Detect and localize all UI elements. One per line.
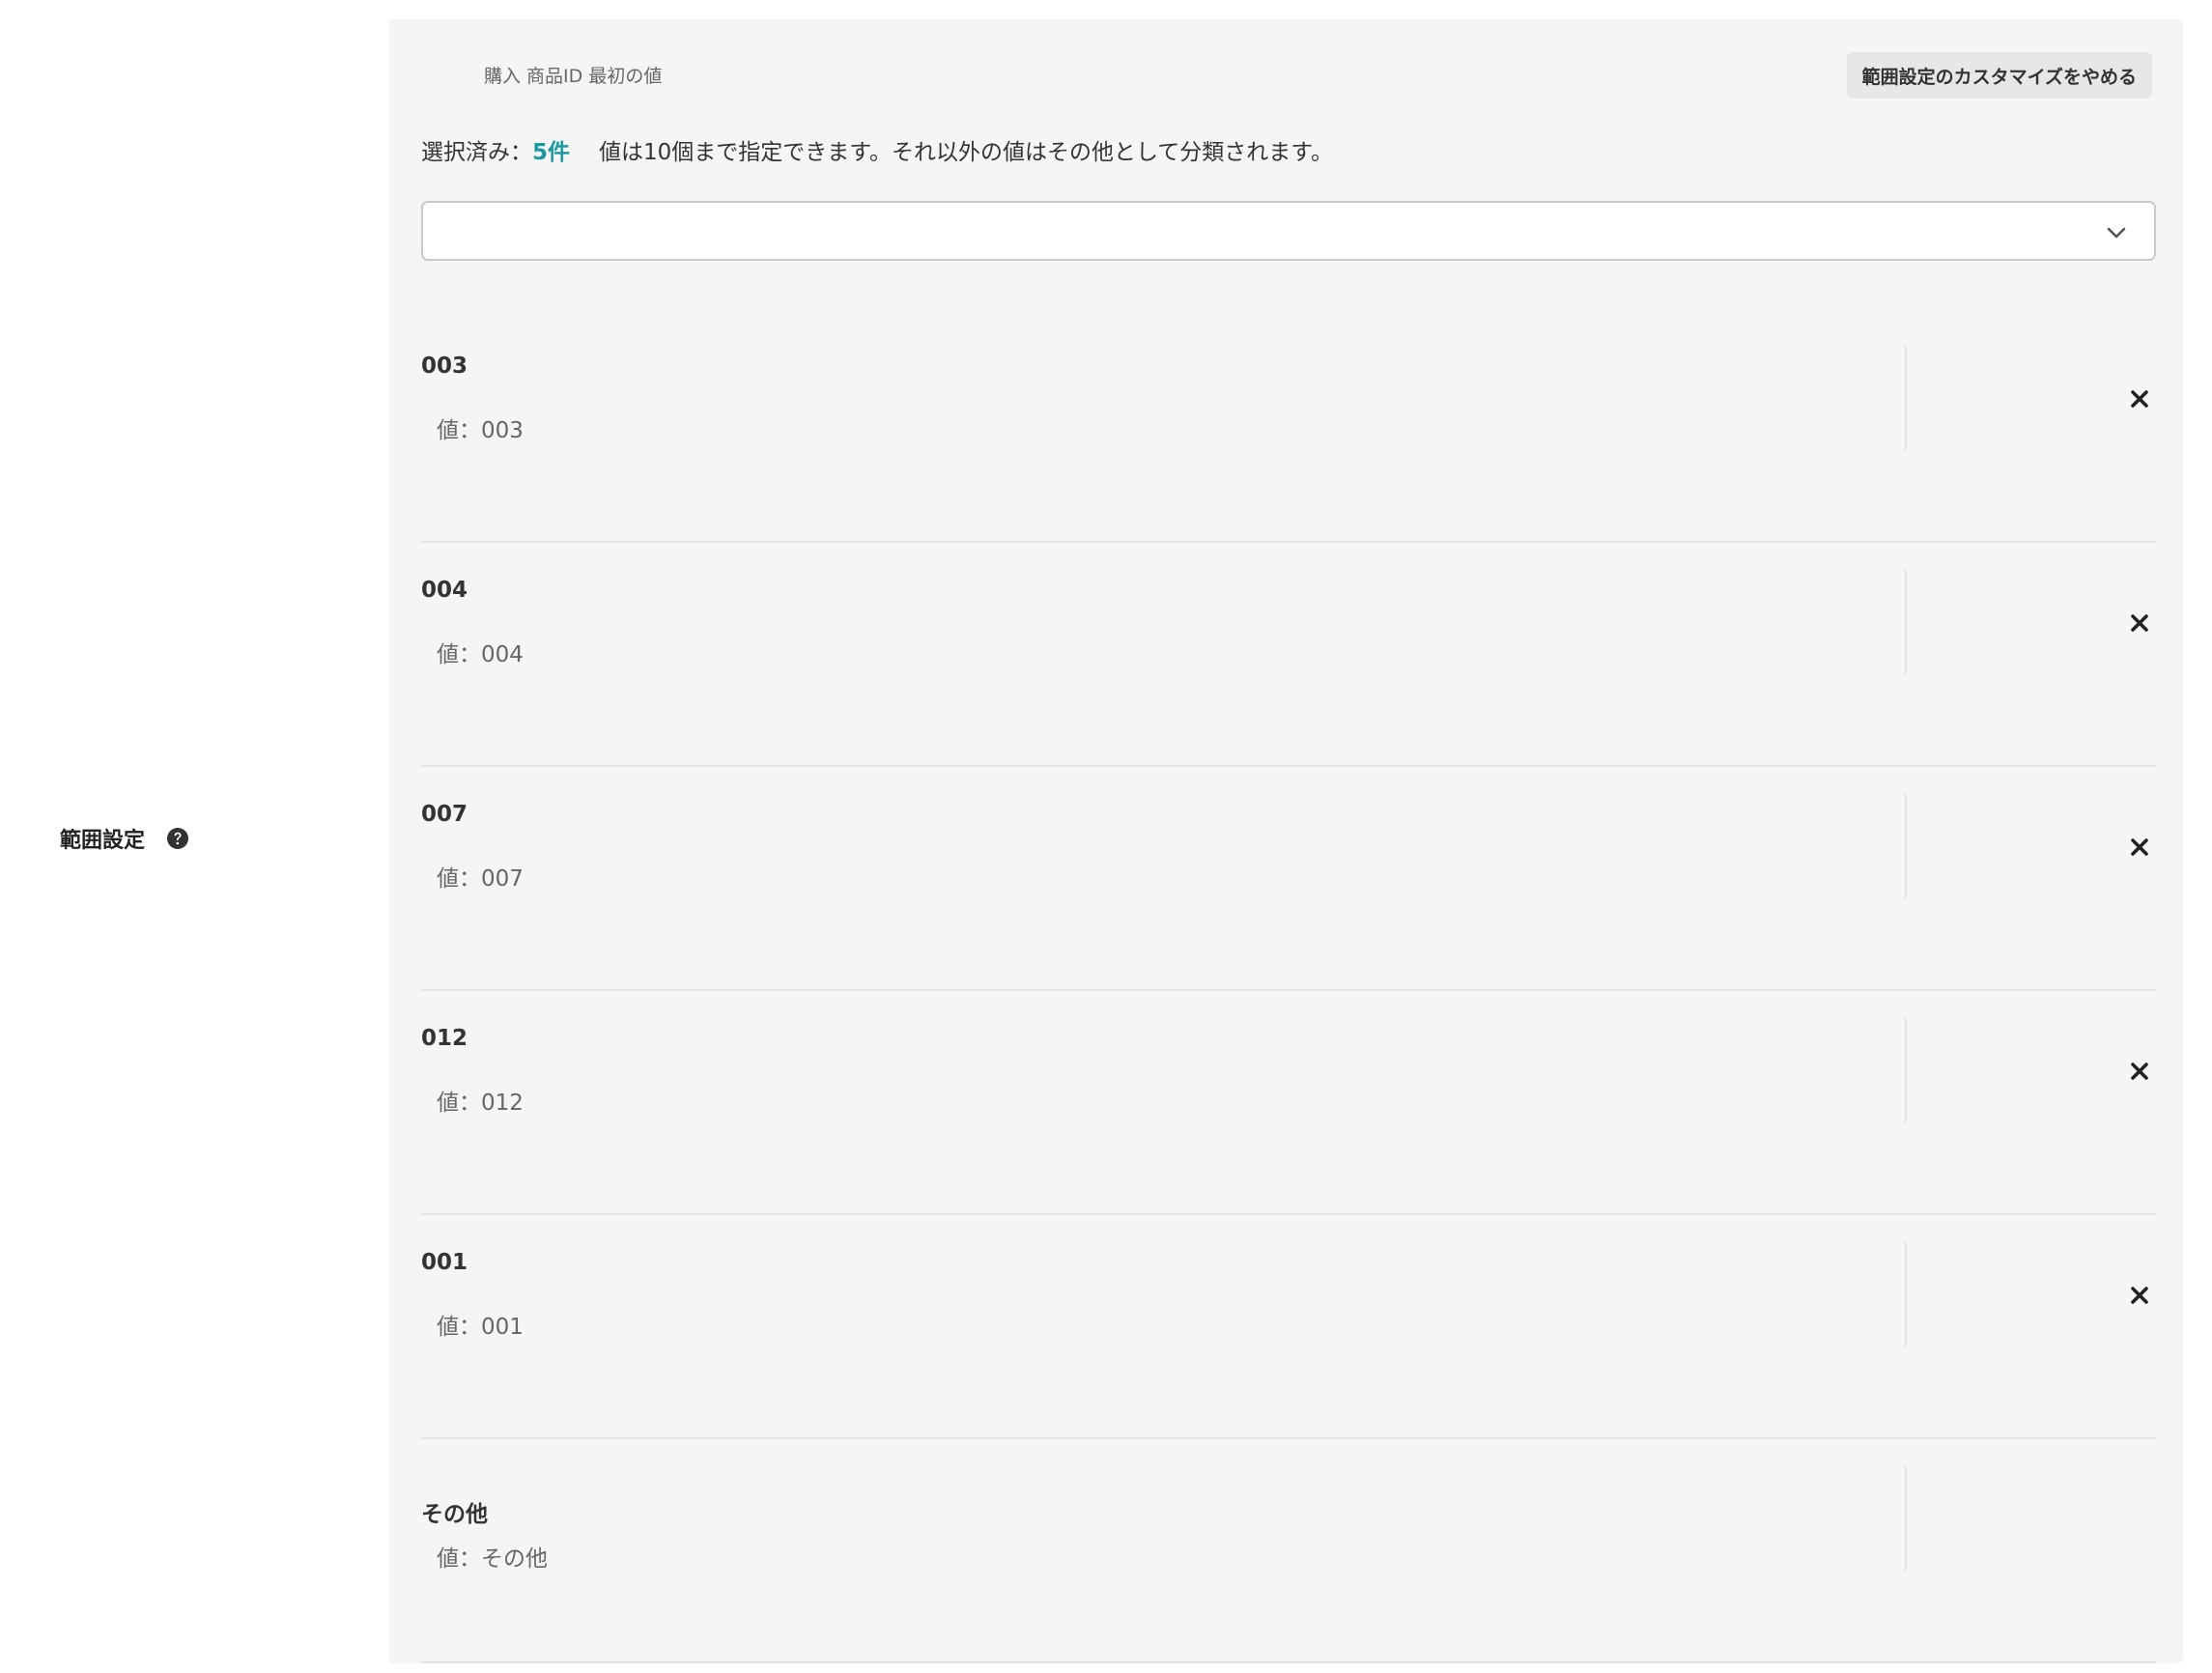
list-item: 012 値：012 — [421, 991, 2156, 1215]
list-item: 003 値：003 — [421, 319, 2156, 543]
item-value: 値：003 — [437, 418, 524, 443]
stop-customize-button[interactable]: 範囲設定のカスタマイズをやめる — [1846, 52, 2152, 99]
list-item-other: その他 値：その他 — [421, 1439, 2156, 1663]
item-divider — [1905, 1466, 1907, 1571]
close-icon[interactable] — [2127, 610, 2152, 636]
item-value: 値：004 — [437, 642, 524, 667]
item-name: 001 — [421, 1250, 468, 1275]
selected-count: 5件 — [532, 140, 571, 165]
panel-header: 購入 商品ID 最初の値 範囲設定のカスタマイズをやめる — [388, 19, 2183, 126]
close-icon[interactable] — [2127, 1059, 2152, 1084]
item-value: 値：007 — [437, 866, 524, 892]
close-icon[interactable] — [2127, 386, 2152, 411]
item-divider — [1905, 346, 1907, 450]
value-select-dropdown[interactable] — [421, 201, 2156, 261]
item-divider — [1905, 1018, 1907, 1122]
range-setting-label-group: 範囲設定 — [60, 823, 189, 854]
selected-values-list: 003 値：003 004 値：004 007 値：007 012 値：012 … — [421, 319, 2156, 1663]
selection-note: 値は10個まで指定できます。それ以外の値はその他として分類されます。 — [599, 140, 1333, 165]
range-setting-label: 範囲設定 — [60, 829, 146, 853]
item-name: 007 — [421, 802, 468, 827]
field-name: 購入 商品ID 最初の値 — [484, 66, 663, 87]
item-value: 値：012 — [437, 1091, 524, 1116]
item-value: 値：その他 — [437, 1546, 548, 1572]
item-name: 004 — [421, 578, 468, 603]
list-item: 001 値：001 — [421, 1215, 2156, 1439]
chevron-down-icon[interactable] — [2104, 220, 2129, 245]
close-icon[interactable] — [2127, 835, 2152, 860]
item-divider — [1905, 794, 1907, 898]
item-value: 値：001 — [437, 1315, 524, 1340]
item-divider — [1905, 570, 1907, 674]
selected-prefix: 選択済み： — [421, 140, 532, 165]
selection-info: 選択済み： 5件 値は10個まで指定できます。それ以外の値はその他として分類され… — [421, 133, 1333, 166]
item-name: その他 — [421, 1502, 488, 1527]
list-item: 007 値：007 — [421, 767, 2156, 991]
item-name: 003 — [421, 354, 468, 379]
question-circle-icon[interactable] — [166, 827, 189, 850]
list-item: 004 値：004 — [421, 543, 2156, 767]
item-name: 012 — [421, 1026, 468, 1051]
range-setting-panel: 購入 商品ID 最初の値 範囲設定のカスタマイズをやめる 選択済み： 5件 値は… — [388, 19, 2183, 1663]
item-divider — [1905, 1242, 1907, 1347]
close-icon[interactable] — [2127, 1283, 2152, 1308]
